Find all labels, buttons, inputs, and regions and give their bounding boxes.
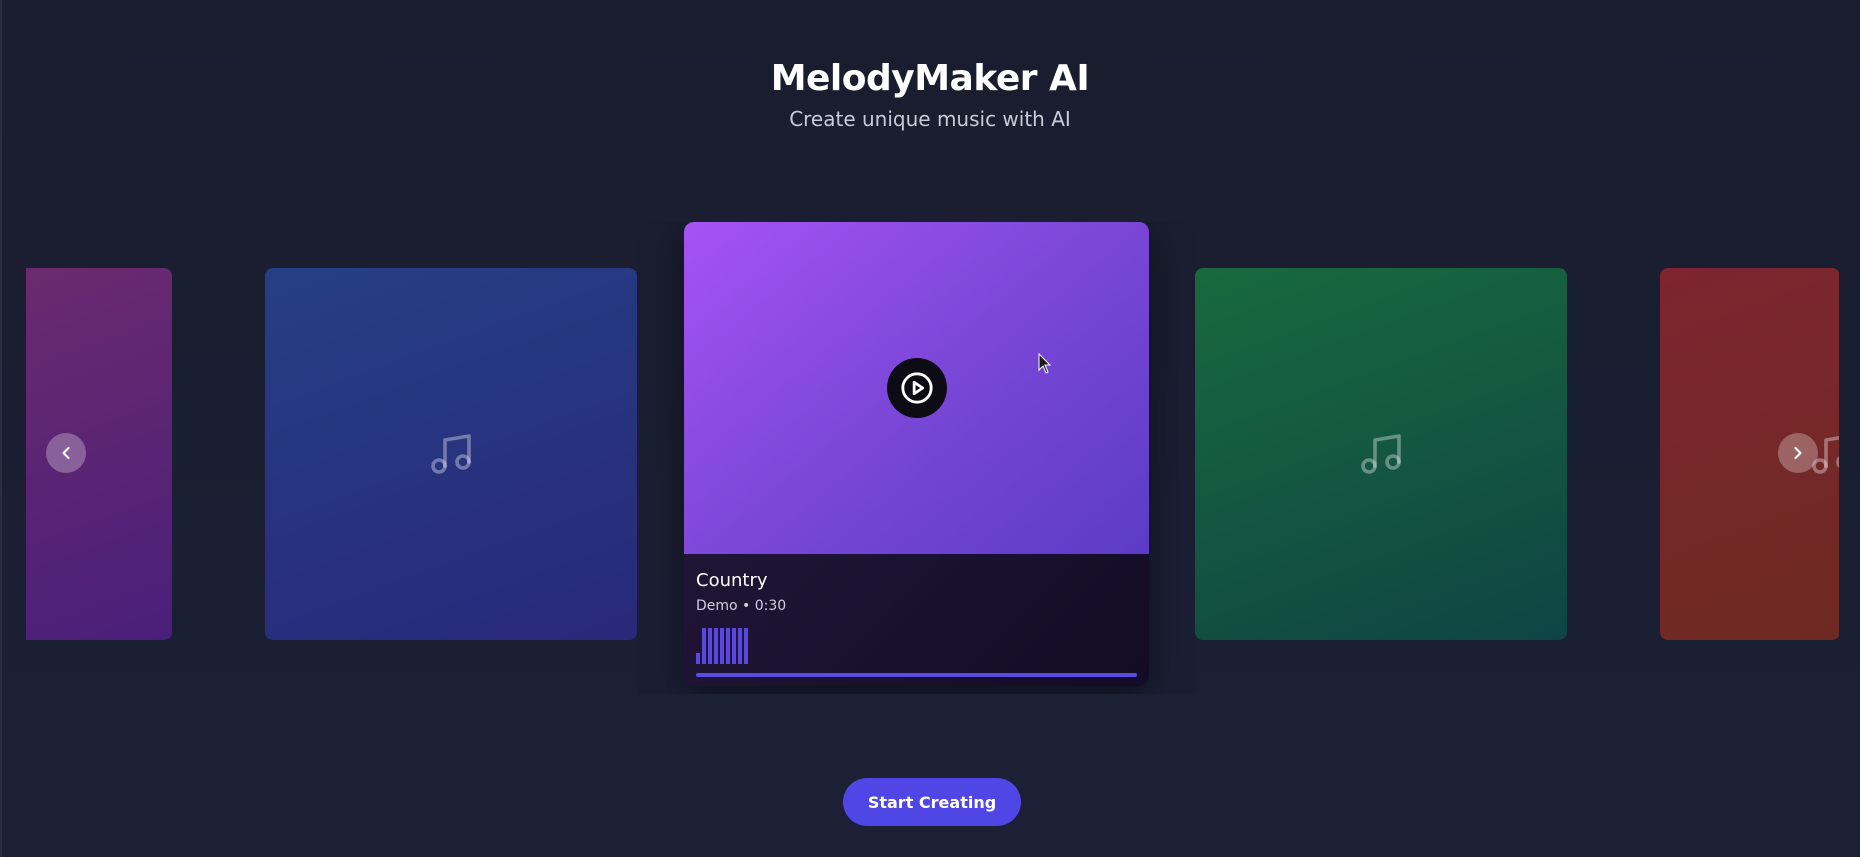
waveform-visualizer bbox=[696, 622, 748, 664]
waveform-bar bbox=[714, 628, 718, 664]
song-carousel: Country Demo • 0:30 bbox=[26, 222, 1839, 694]
page-title: MelodyMaker AI bbox=[770, 58, 1090, 99]
waveform-bar bbox=[732, 628, 736, 664]
music-note-icon bbox=[1361, 434, 1401, 474]
song-artwork bbox=[684, 222, 1149, 554]
page-header: MelodyMaker AI Create unique music with … bbox=[0, 58, 1860, 131]
carousel-next-button[interactable] bbox=[1778, 433, 1818, 473]
carousel-prev-button[interactable] bbox=[46, 433, 86, 473]
song-card-active[interactable]: Country Demo • 0:30 bbox=[684, 222, 1149, 686]
music-note-icon bbox=[431, 434, 471, 474]
waveform-bar bbox=[720, 628, 724, 664]
waveform-bar bbox=[702, 628, 706, 664]
play-button[interactable] bbox=[886, 358, 947, 418]
start-creating-button[interactable]: Start Creating bbox=[843, 778, 1021, 826]
chevron-left-icon bbox=[62, 446, 70, 460]
song-meta: Demo • 0:30 bbox=[696, 598, 787, 614]
waveform-bar bbox=[708, 628, 712, 664]
progress-bar[interactable] bbox=[696, 673, 1137, 677]
page-subtitle: Create unique music with AI bbox=[789, 107, 1071, 131]
song-info-panel: Country Demo • 0:30 bbox=[684, 554, 1149, 686]
progress-fill bbox=[696, 673, 1137, 677]
song-card-blue[interactable] bbox=[265, 268, 637, 640]
waveform-bar bbox=[726, 628, 730, 664]
song-card-green[interactable] bbox=[1195, 268, 1567, 640]
play-icon bbox=[900, 372, 933, 404]
waveform-bar bbox=[738, 628, 742, 664]
song-title: Country bbox=[696, 570, 768, 591]
waveform-bar bbox=[696, 653, 700, 664]
waveform-bar bbox=[744, 628, 748, 664]
mouse-cursor-icon bbox=[1038, 353, 1052, 374]
chevron-right-icon bbox=[1794, 446, 1802, 460]
